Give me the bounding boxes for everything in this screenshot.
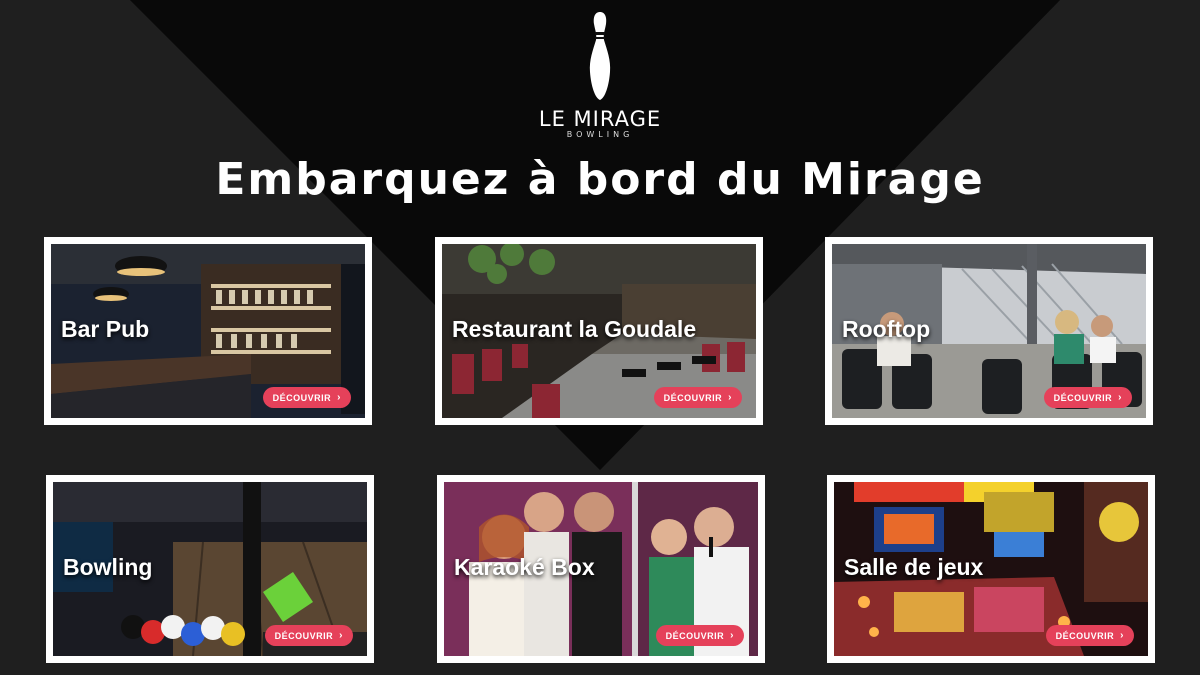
card-image-restaurant: Restaurant la Goudale DÉCOUVRIR ›: [442, 244, 756, 418]
card-title-karaoke: Karaoké Box: [454, 554, 595, 580]
card-rooftop[interactable]: Rooftop DÉCOUVRIR ›: [825, 237, 1153, 425]
logo-wordmark: LE MIRAGE: [500, 108, 700, 130]
card-title-rooftop: Rooftop: [842, 316, 931, 342]
card-salle-de-jeux[interactable]: Salle de jeux DÉCOUVRIR ›: [827, 475, 1155, 663]
discover-button[interactable]: DÉCOUVRIR ›: [264, 625, 353, 646]
chevron-right-icon: ›: [728, 392, 732, 403]
card-image-salle-de-jeux: Salle de jeux DÉCOUVRIR ›: [834, 482, 1148, 656]
discover-button-label: DÉCOUVRIR: [272, 392, 332, 403]
discover-button-label: DÉCOUVRIR: [663, 392, 723, 403]
card-title-bar-pub: Bar Pub: [61, 316, 150, 342]
discover-button-label: DÉCOUVRIR: [1055, 630, 1115, 641]
discover-button[interactable]: DÉCOUVRIR ›: [1045, 625, 1134, 646]
discover-button-label: DÉCOUVRIR: [665, 630, 725, 641]
chevron-right-icon: ›: [339, 630, 343, 641]
logo-subtitle: BOWLING: [566, 130, 634, 139]
discover-button[interactable]: DÉCOUVRIR ›: [1043, 387, 1132, 408]
chevron-right-icon: ›: [337, 392, 341, 403]
discover-button-label: DÉCOUVRIR: [274, 630, 334, 641]
le-mirage-logo[interactable]: LE MIRAGE BOWLING: [500, 10, 700, 145]
bowling-pin-icon: [589, 12, 611, 100]
chevron-right-icon: ›: [730, 630, 734, 641]
card-title-bowling: Bowling: [63, 554, 153, 580]
card-title-salle-de-jeux: Salle de jeux: [844, 554, 984, 580]
page-headline: Embarquez à bord du Mirage: [215, 154, 985, 205]
card-karaoke-box[interactable]: Karaoké Box DÉCOUVRIR ›: [437, 475, 765, 663]
discover-button[interactable]: DÉCOUVRIR ›: [262, 387, 351, 408]
card-title-restaurant: Restaurant la Goudale: [452, 316, 697, 342]
discover-button-label: DÉCOUVRIR: [1053, 392, 1113, 403]
chevron-right-icon: ›: [1118, 392, 1122, 403]
logo-word-le: LE: [538, 107, 574, 131]
card-bowling[interactable]: Bowling DÉCOUVRIR ›: [46, 475, 374, 663]
card-image-karaoke: Karaoké Box DÉCOUVRIR ›: [444, 482, 758, 656]
discover-button[interactable]: DÉCOUVRIR ›: [653, 387, 742, 408]
card-image-rooftop: Rooftop DÉCOUVRIR ›: [832, 244, 1146, 418]
logo-word-mirage: MIRAGE: [573, 107, 662, 131]
discover-button[interactable]: DÉCOUVRIR ›: [655, 625, 744, 646]
card-image-bar-pub: Bar Pub DÉCOUVRIR ›: [51, 244, 365, 418]
card-image-bowling: Bowling DÉCOUVRIR ›: [53, 482, 367, 656]
card-bar-pub[interactable]: Bar Pub DÉCOUVRIR ›: [44, 237, 372, 425]
chevron-right-icon: ›: [1120, 630, 1124, 641]
card-restaurant-la-goudale[interactable]: Restaurant la Goudale DÉCOUVRIR ›: [435, 237, 763, 425]
